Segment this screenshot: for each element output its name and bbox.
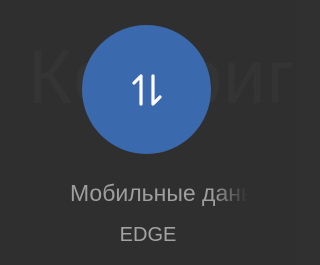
mobile-data-tile[interactable]: Конфигурация Мобильные данные EDGE	[0, 0, 296, 265]
mobile-data-toggle-button[interactable]	[82, 25, 211, 154]
network-type-label: EDGE	[119, 224, 177, 246]
data-transfer-arrows-icon	[125, 68, 169, 112]
tile-title: Мобильные данные	[70, 180, 248, 207]
